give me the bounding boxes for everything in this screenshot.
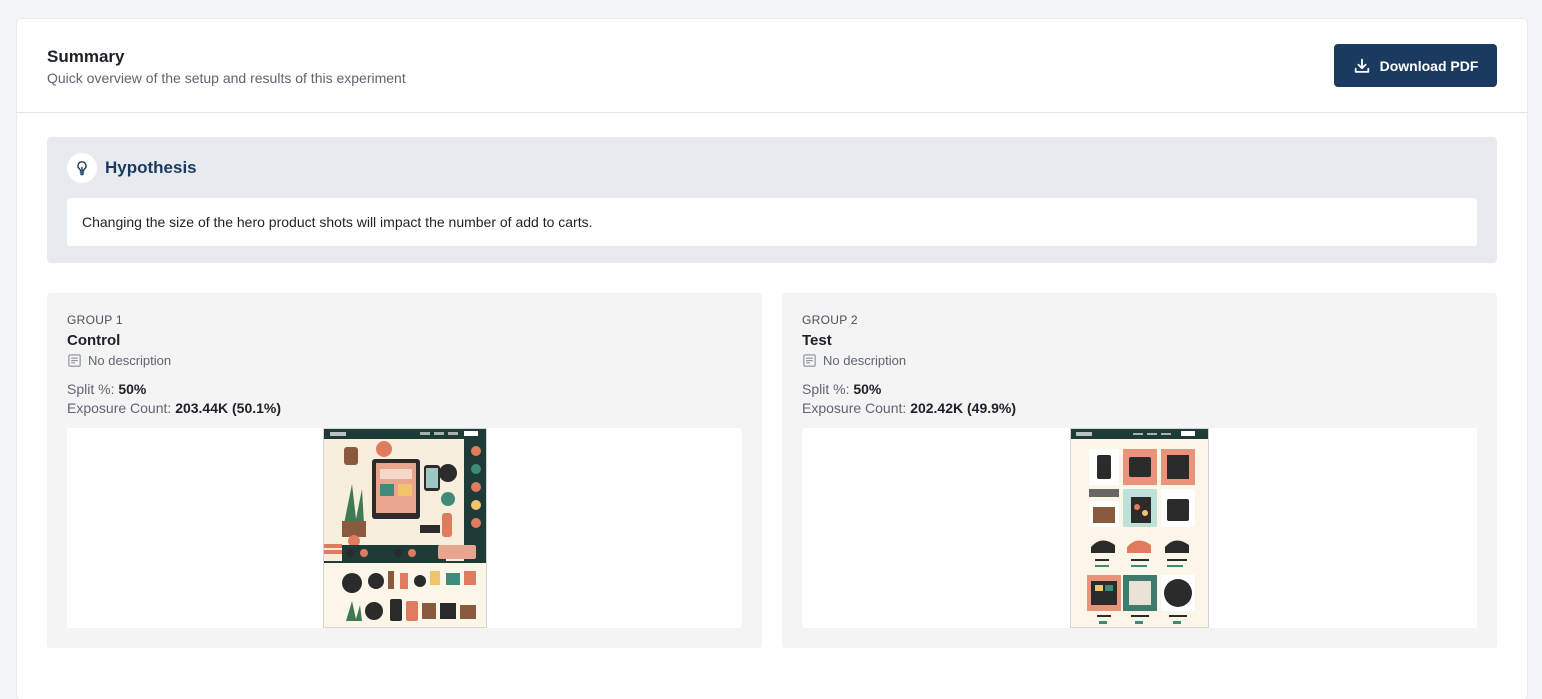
hypothesis-icon-badge (67, 153, 97, 183)
group-name: Control (67, 332, 121, 349)
test-mockup-image (1071, 429, 1208, 627)
exposure-value: 202.42K (49.9%) (910, 400, 1017, 416)
split-value: 50% (853, 381, 882, 397)
summary-title: Summary (47, 47, 125, 66)
download-pdf-button[interactable]: Download PDF (1334, 44, 1497, 87)
summary-card: Summary Quick overview of the setup and … (17, 19, 1527, 699)
exposure-value: 203.44K (50.1%) (175, 400, 282, 416)
download-pdf-label: Download PDF (1379, 57, 1479, 74)
exposure-label: Exposure Count: (67, 400, 172, 416)
variant-preview (67, 428, 742, 628)
variant-preview (802, 428, 1477, 628)
split-label: Split %: (802, 381, 850, 397)
split-value: 50% (118, 381, 147, 397)
hypothesis-panel: Hypothesis Changing the size of the hero… (47, 137, 1497, 263)
summary-subtitle: Quick overview of the setup and results … (47, 70, 406, 86)
note-icon (803, 354, 816, 367)
group-label: GROUP 2 (802, 313, 858, 327)
group-label: GROUP 1 (67, 313, 123, 327)
split-stat: Split %: 50% (802, 381, 881, 397)
test-variant-screenshot[interactable] (1070, 428, 1209, 628)
hypothesis-title: Hypothesis (105, 158, 197, 177)
exposure-stat: Exposure Count: 202.42K (49.9%) (802, 400, 1016, 416)
lightbulb-icon (77, 161, 87, 176)
download-icon (1354, 58, 1369, 73)
group-description: No description (802, 353, 906, 368)
summary-header: Summary Quick overview of the setup and … (17, 19, 1527, 113)
group-description-text: No description (88, 353, 172, 368)
control-variant-screenshot[interactable] (322, 428, 487, 628)
group-name: Test (802, 332, 832, 349)
hypothesis-text: Changing the size of the hero product sh… (82, 214, 593, 230)
group-card-test: GROUP 2 Test No description Split %: 50%… (782, 293, 1497, 648)
group-description: No description (67, 353, 171, 368)
split-label: Split %: (67, 381, 115, 397)
exposure-label: Exposure Count: (802, 400, 907, 416)
exposure-stat: Exposure Count: 203.44K (50.1%) (67, 400, 281, 416)
group-description-text: No description (823, 353, 907, 368)
group-card-control: GROUP 1 Control No description Split %: … (47, 293, 762, 648)
note-icon (68, 354, 81, 367)
hypothesis-text-box: Changing the size of the hero product sh… (67, 198, 1477, 246)
split-stat: Split %: 50% (67, 381, 146, 397)
control-mockup-image (323, 429, 486, 627)
